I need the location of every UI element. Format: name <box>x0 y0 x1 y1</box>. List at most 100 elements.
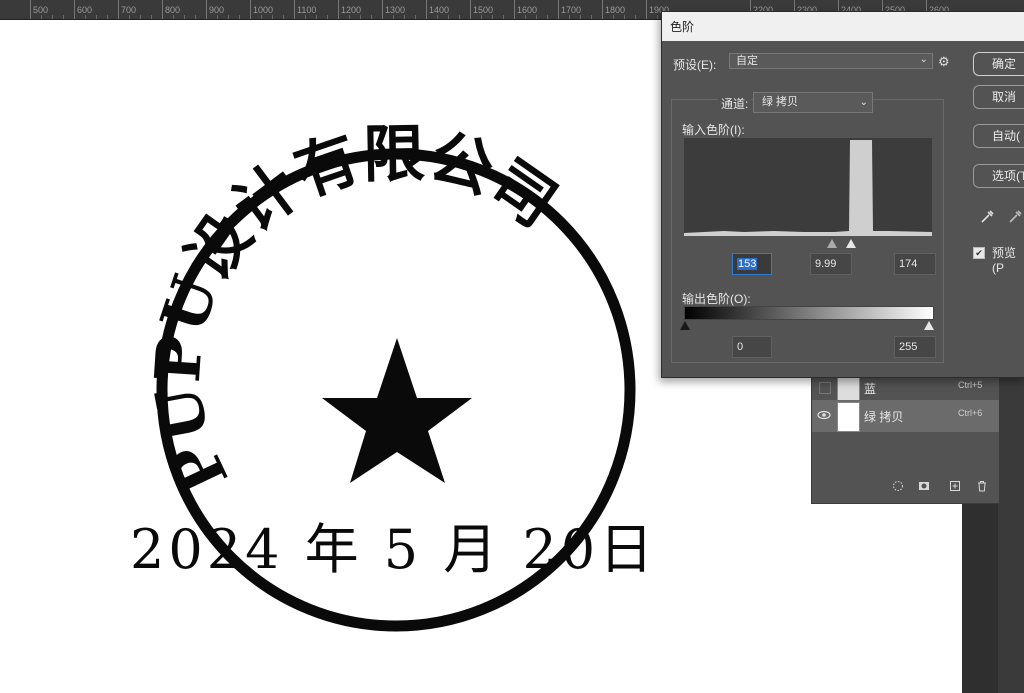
ruler-tick <box>30 0 31 19</box>
cancel-button[interactable]: 取消 <box>973 85 1024 109</box>
layer-shortcut: Ctrl+6 <box>958 408 983 418</box>
ruler-minor-tick <box>613 15 614 19</box>
output-levels-label: 输出色阶(O): <box>682 292 751 306</box>
ruler-label: 1300 <box>385 5 406 15</box>
auto-button[interactable]: 自动( <box>973 124 1024 148</box>
black-eyedropper-icon[interactable] <box>979 209 995 225</box>
chevron-down-icon: ⌄ <box>919 54 928 65</box>
ruler-minor-tick <box>657 15 658 19</box>
ruler-label: 800 <box>165 5 181 15</box>
preset-value: 自定 <box>736 55 758 67</box>
gear-icon[interactable]: ⚙ <box>938 54 950 70</box>
ruler-minor-tick <box>63 15 64 19</box>
input-gamma-field[interactable]: 9.99 <box>810 253 852 275</box>
ruler-tick <box>426 0 427 19</box>
ruler-tick <box>558 0 559 19</box>
ruler-label: 1400 <box>429 5 450 15</box>
layer-shortcut: Ctrl+5 <box>958 380 983 390</box>
ruler-tick <box>250 0 251 19</box>
layers-footer <box>812 476 999 500</box>
layer-row-green-copy[interactable]: 绿 拷贝 Ctrl+6 <box>812 400 999 432</box>
preview-checkbox[interactable]: ✔ <box>973 247 985 259</box>
ruler-label: 1500 <box>473 5 494 15</box>
ruler-minor-tick <box>140 15 141 19</box>
ruler-minor-tick <box>283 15 284 19</box>
ruler-label: 1100 <box>297 5 317 15</box>
input-white-field[interactable]: 174 <box>894 253 936 275</box>
ruler-minor-tick <box>239 15 240 19</box>
ruler-tick <box>74 0 75 19</box>
chevron-down-icon: ⌄ <box>859 97 868 108</box>
ruler-minor-tick <box>393 15 394 19</box>
ruler-minor-tick <box>569 15 570 19</box>
ruler-tick <box>382 0 383 19</box>
output-white-field[interactable]: 255 <box>894 336 936 358</box>
ruler-minor-tick <box>107 15 108 19</box>
ruler-minor-tick <box>492 15 493 19</box>
gray-eyedropper-icon[interactable] <box>1007 209 1023 225</box>
eye-icon[interactable] <box>816 408 832 424</box>
ruler-label: 1000 <box>253 5 274 15</box>
channel-select[interactable]: 绿 拷贝 ⌄ <box>753 92 873 113</box>
ok-button[interactable]: 确定 <box>973 52 1024 76</box>
preset-select[interactable]: 自定 ⌄ <box>729 53 933 69</box>
ruler-minor-tick <box>96 15 97 19</box>
ruler-minor-tick <box>261 15 262 19</box>
preview-label: 预览(P <box>992 246 1017 275</box>
dotted-circle-icon[interactable] <box>890 480 906 496</box>
ruler-minor-tick <box>503 15 504 19</box>
output-black-slider[interactable] <box>680 321 690 330</box>
ruler-minor-tick <box>536 15 537 19</box>
ruler-minor-tick <box>85 15 86 19</box>
ruler-minor-tick <box>195 15 196 19</box>
input-black-field[interactable]: 153 <box>732 253 772 275</box>
ruler-minor-tick <box>129 15 130 19</box>
ruler-minor-tick <box>305 15 306 19</box>
input-black-slider[interactable] <box>827 239 837 248</box>
ruler-minor-tick <box>272 15 273 19</box>
ruler-minor-tick <box>459 15 460 19</box>
ruler-minor-tick <box>591 15 592 19</box>
dialog-title: 色阶 <box>670 20 695 34</box>
input-levels-label: 输入色阶(I): <box>682 123 745 137</box>
ruler-tick <box>470 0 471 19</box>
ruler-label: 1200 <box>341 5 362 15</box>
ruler-minor-tick <box>327 15 328 19</box>
ruler-tick <box>206 0 207 19</box>
mask-icon[interactable] <box>916 480 932 496</box>
output-white-slider[interactable] <box>924 321 934 330</box>
trash-icon[interactable] <box>974 480 990 496</box>
ruler-minor-tick <box>316 15 317 19</box>
ruler-tick <box>294 0 295 19</box>
layer-thumbnail <box>837 402 860 432</box>
options-button[interactable]: 选项(T <box>973 164 1024 188</box>
ruler-minor-tick <box>448 15 449 19</box>
stamp-date: 2024 年 5 月 20日 <box>130 518 657 581</box>
input-white-slider[interactable] <box>846 239 856 248</box>
ruler-minor-tick <box>360 15 361 19</box>
ruler-minor-tick <box>217 15 218 19</box>
layer-name: 蓝 <box>864 382 877 396</box>
ruler-minor-tick <box>525 15 526 19</box>
ruler-label: 900 <box>209 5 225 15</box>
panel-scroll-strip[interactable] <box>998 375 1024 693</box>
output-black-field[interactable]: 0 <box>732 336 772 358</box>
stamp-ring-text: PUPU设计有限公司 <box>141 117 570 504</box>
ruler-label: 1800 <box>605 5 626 15</box>
layers-panel: 蓝 Ctrl+5 绿 拷贝 Ctrl+6 <box>811 370 999 504</box>
dialog-titlebar[interactable]: 色阶 <box>662 12 1024 41</box>
new-layer-icon[interactable] <box>947 480 963 496</box>
channel-value: 绿 拷贝 <box>762 96 799 108</box>
visibility-toggle[interactable] <box>819 382 831 394</box>
ruler-tick <box>338 0 339 19</box>
ruler-minor-tick <box>481 15 482 19</box>
ruler-minor-tick <box>635 15 636 19</box>
histogram <box>684 138 932 236</box>
ruler-tick <box>514 0 515 19</box>
ruler-label: 700 <box>121 5 137 15</box>
ruler-minor-tick <box>151 15 152 19</box>
ruler-minor-tick <box>624 15 625 19</box>
ruler-tick <box>646 0 647 19</box>
layer-name: 绿 拷贝 <box>864 410 904 424</box>
ruler-label: 500 <box>33 5 49 15</box>
